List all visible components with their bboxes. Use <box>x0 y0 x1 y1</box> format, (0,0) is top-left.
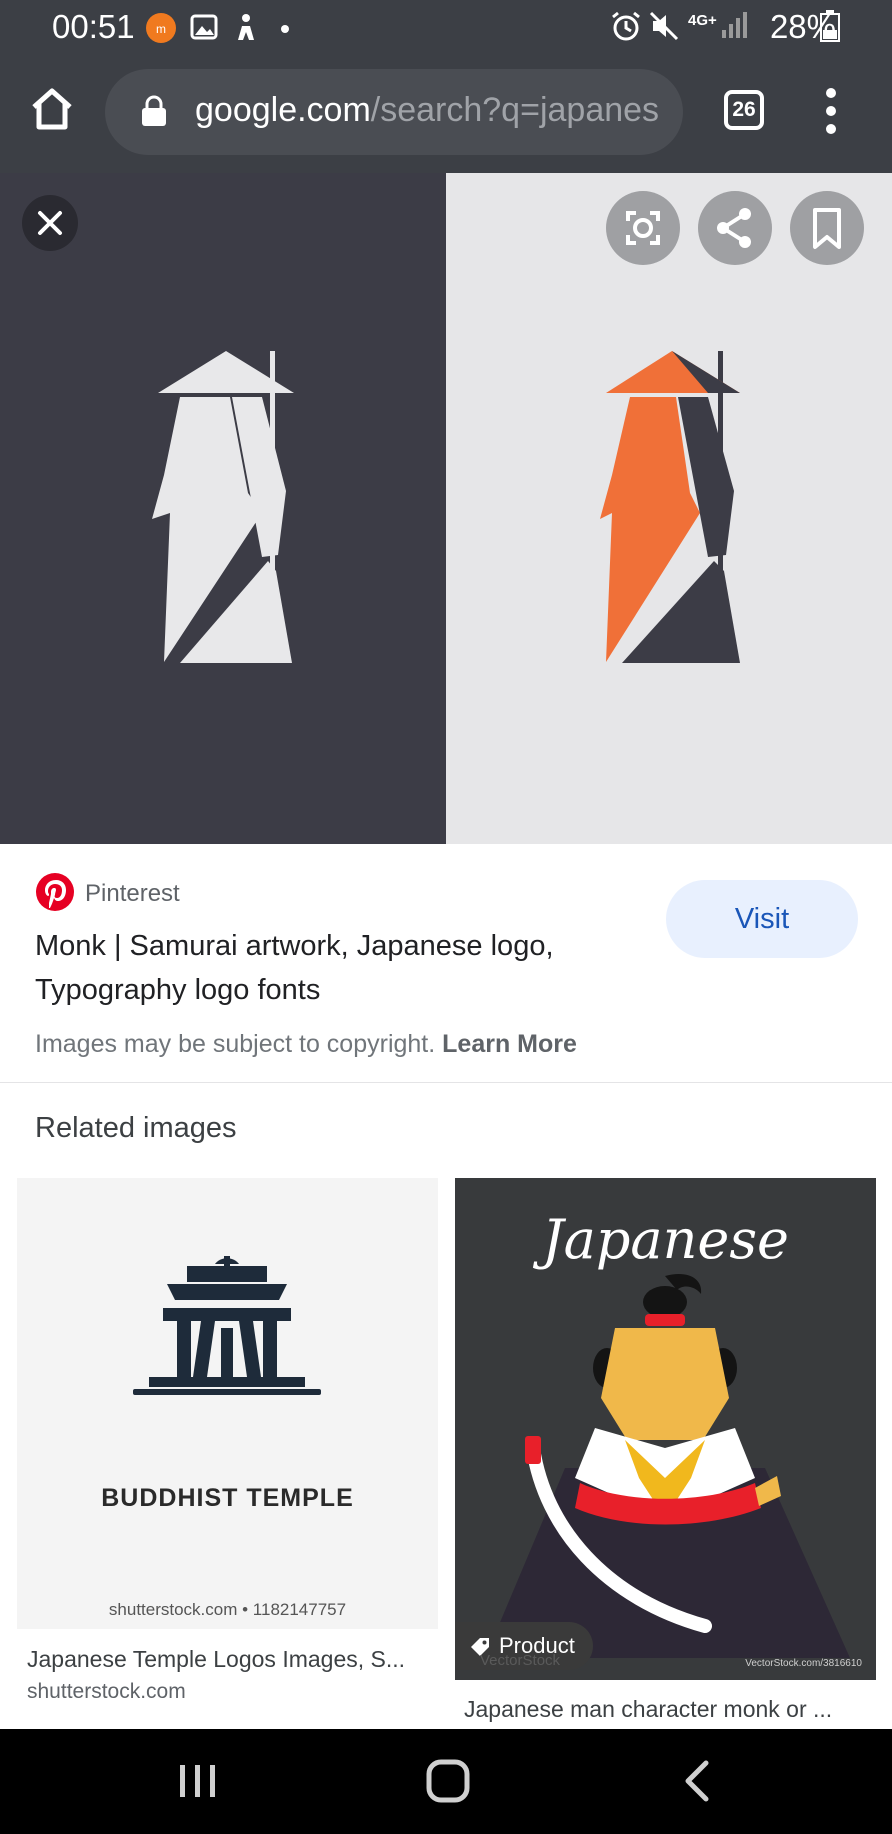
related-domain: shutterstock.com <box>27 1680 186 1703</box>
close-icon <box>38 211 62 235</box>
visit-button[interactable]: Visit <box>666 880 858 958</box>
vectorstock-watermark: VectorStock <box>480 1652 561 1669</box>
dot-icon <box>280 21 290 39</box>
network-label: 4G+ <box>688 12 717 29</box>
related-image-thumbnail[interactable]: Japanese Product VectorStock VectorStock… <box>455 1178 876 1680</box>
japanese-title-art: Japanese <box>541 1208 789 1271</box>
more-vert-icon <box>826 88 836 134</box>
browser-toolbar: google.com/search?q=japanes 26 <box>0 55 892 173</box>
home-icon <box>32 88 72 130</box>
related-caption[interactable]: Japanese man character monk or ... <box>464 1696 869 1723</box>
app-notification-icon: m <box>145 12 177 49</box>
status-bar: 00:51 m 4G+ 28% <box>0 0 892 55</box>
related-image-thumbnail[interactable]: BUDDHIST TEMPLE shutterstock.com • 11821… <box>17 1178 438 1629</box>
monk-logo-orange <box>600 351 740 663</box>
mute-icon <box>648 10 680 47</box>
result-title[interactable]: Monk | Samurai artwork, Japanese logo, T… <box>35 924 635 1012</box>
temple-logo <box>133 1256 321 1395</box>
related-images-heading: Related images <box>35 1112 237 1144</box>
shutterstock-watermark: shutterstock.com • 1182147757 <box>108 1600 347 1619</box>
recent-apps-button[interactable] <box>176 1755 220 1812</box>
copyright-text: Images may be subject to copyright. <box>35 1030 436 1058</box>
url-text: google.com/search?q=japanes <box>195 91 659 130</box>
pinterest-icon <box>35 872 75 917</box>
accessibility-icon <box>232 12 260 47</box>
status-time: 00:51 <box>52 8 135 45</box>
vectorstock-watermark-small: VectorStock.com/3816610 <box>745 1658 862 1669</box>
lock-icon <box>141 95 167 132</box>
recents-icon <box>180 1765 215 1797</box>
back-icon <box>685 1760 709 1802</box>
learn-more-link[interactable]: Learn More <box>442 1030 577 1058</box>
bookmark-icon <box>813 208 841 249</box>
url-domain: google.com <box>195 91 371 129</box>
image-preview[interactable] <box>0 173 892 844</box>
close-button[interactable] <box>22 195 78 251</box>
system-nav-bar <box>0 1729 892 1834</box>
alarm-icon <box>610 10 642 47</box>
related-caption[interactable]: Japanese Temple Logos Images, S... <box>27 1646 433 1673</box>
lens-button[interactable] <box>606 191 680 265</box>
gallery-icon <box>190 13 218 46</box>
preview-dark-panel <box>0 173 446 844</box>
url-path: /search?q=japanes <box>370 91 660 129</box>
home-button[interactable] <box>28 85 76 133</box>
save-button[interactable] <box>790 191 864 265</box>
share-button[interactable] <box>698 191 772 265</box>
monk-logo-white <box>152 351 294 663</box>
battery-icon <box>820 10 840 47</box>
temple-label: BUDDHIST TEMPLE <box>101 1484 354 1512</box>
source-name: Pinterest <box>85 880 180 907</box>
address-bar[interactable]: google.com/search?q=japanes <box>105 69 683 155</box>
back-button[interactable] <box>676 1755 720 1812</box>
copyright-notice: Images may be subject to copyright. Lear… <box>35 1030 577 1059</box>
share-icon <box>717 208 751 248</box>
home-nav-icon <box>426 1759 470 1803</box>
divider <box>0 1082 892 1083</box>
preview-light-panel <box>446 173 892 844</box>
more-menu-button[interactable] <box>818 85 844 137</box>
tab-switcher-button[interactable]: 26 <box>724 90 764 130</box>
svg-text:m: m <box>156 22 166 36</box>
lens-icon <box>626 211 660 245</box>
signal-icon <box>720 10 750 45</box>
home-nav-button[interactable] <box>424 1755 472 1812</box>
